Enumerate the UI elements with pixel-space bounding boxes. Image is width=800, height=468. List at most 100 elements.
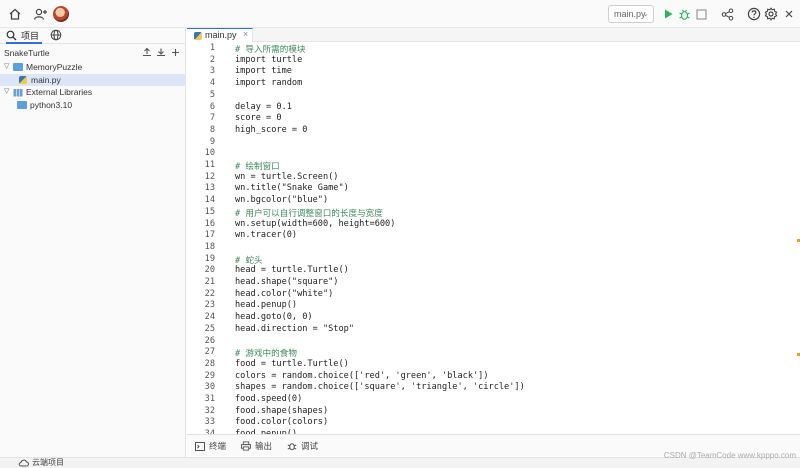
run-config-select[interactable]: main.py ⌄ xyxy=(608,5,654,23)
line-number: 12 xyxy=(204,171,215,182)
code-text: head = turtle.Turtle() xyxy=(235,265,349,276)
code-line[interactable]: 22 head.color("white") xyxy=(187,289,792,301)
tab-debug[interactable]: 调试 xyxy=(287,440,318,452)
debug-icon[interactable] xyxy=(675,5,693,23)
code-line[interactable]: 26 xyxy=(187,336,792,348)
line-number: 30 xyxy=(204,382,215,393)
add-icon[interactable] xyxy=(170,46,180,58)
code-line[interactable]: 20 head = turtle.Turtle() xyxy=(187,265,792,277)
tree-item-label: MemoryPuzzle xyxy=(26,62,83,72)
chevron-down-icon: ▽ xyxy=(4,63,10,70)
upload-icon[interactable] xyxy=(142,46,152,58)
cloud-project-status[interactable]: 云端项目 xyxy=(18,458,64,468)
add-user-icon[interactable] xyxy=(31,5,49,23)
code-line[interactable]: 31 food.speed(0) xyxy=(187,394,792,406)
code-line[interactable]: 18 xyxy=(187,242,792,254)
chevron-down-icon: ▽ xyxy=(4,88,10,95)
code-line[interactable]: 1 # 导入所需的模块 xyxy=(187,43,792,55)
tree-item-python310[interactable]: python3.10 xyxy=(0,99,186,111)
code-line[interactable]: 7 score = 0 xyxy=(187,113,792,125)
sidebar-tabs: 项目 xyxy=(0,28,185,44)
line-number: 6 xyxy=(209,101,215,112)
close-icon[interactable] xyxy=(780,5,798,23)
code-line[interactable]: 9 xyxy=(187,137,792,149)
line-number: 7 xyxy=(209,113,215,124)
tab-debug-label: 调试 xyxy=(301,441,319,451)
code-line[interactable]: 4 import random xyxy=(187,78,792,90)
tree-item-external-libraries[interactable]: ▽ External Libraries xyxy=(0,86,186,98)
tree-item-main-py[interactable]: main.py xyxy=(0,73,186,86)
code-line[interactable]: 11 # 绘制窗口 xyxy=(187,160,792,172)
tab-main-py[interactable]: main.py × xyxy=(187,28,253,42)
home-icon[interactable] xyxy=(6,5,24,23)
code-line[interactable]: 13 wn.title("Snake Game") xyxy=(187,183,792,195)
line-number: 16 xyxy=(204,218,215,229)
code-line[interactable]: 6 delay = 0.1 xyxy=(187,102,792,114)
line-number: 22 xyxy=(204,288,215,299)
code-text: # 绘制窗口 xyxy=(235,162,280,172)
code-line[interactable]: 19 # 蛇头 xyxy=(187,254,792,266)
help-icon[interactable] xyxy=(745,5,763,23)
python-file-icon xyxy=(194,32,202,40)
code-text: head.goto(0, 0) xyxy=(235,312,313,323)
project-sidebar: 项目 SnakeTurtle ▽ MemoryPuzzle main.py ▽ … xyxy=(0,28,186,457)
code-line[interactable]: 12 wn = turtle.Screen() xyxy=(187,172,792,184)
code-text: food.color(colors) xyxy=(235,417,329,428)
line-number: 1 xyxy=(209,43,215,53)
search-icon xyxy=(6,30,17,40)
settings-icon[interactable] xyxy=(762,5,780,23)
tree-tools xyxy=(142,46,180,58)
code-line[interactable]: 5 xyxy=(187,90,792,102)
code-text: # 游戏中的食物 xyxy=(235,349,297,360)
tab-output[interactable]: 输出 xyxy=(241,440,272,452)
share-icon[interactable] xyxy=(718,5,736,23)
editor-tabs: main.py × xyxy=(187,28,800,42)
avatar[interactable] xyxy=(53,6,69,22)
code-line[interactable]: 10 xyxy=(187,148,792,160)
code-line[interactable]: 25 head.direction = "Stop" xyxy=(187,324,792,336)
code-editor[interactable]: 1 # 导入所需的模块 2 import turtle 3 import time 4 imp… xyxy=(187,43,800,434)
line-number: 33 xyxy=(204,417,215,428)
stop-icon[interactable] xyxy=(692,5,710,23)
tab-output-label: 输出 xyxy=(255,441,273,451)
code-text: head.shape("square") xyxy=(235,277,339,287)
code-line[interactable]: 32 food.shape(shapes) xyxy=(187,406,792,418)
code-line[interactable]: 29 colors = random.choice(['red', 'green'… xyxy=(187,371,792,383)
project-root-label[interactable]: SnakeTurtle xyxy=(4,48,50,58)
code-line[interactable]: 23 head.penup() xyxy=(187,300,792,312)
code-line[interactable]: 14 wn.bgcolor("blue") xyxy=(187,195,792,207)
globe-icon xyxy=(50,29,62,41)
code-line[interactable]: 2 import turtle xyxy=(187,55,792,67)
tab-project[interactable]: 项目 xyxy=(6,28,43,44)
code-line[interactable]: 27 # 游戏中的食物 xyxy=(187,347,792,359)
code-line[interactable]: 28 food = turtle.Turtle() xyxy=(187,359,792,371)
line-number: 9 xyxy=(209,136,215,147)
library-icon xyxy=(13,88,23,97)
top-toolbar: main.py ⌄ xyxy=(0,0,800,28)
close-icon[interactable]: × xyxy=(243,29,248,39)
download-icon[interactable] xyxy=(156,46,166,58)
line-number: 28 xyxy=(204,358,215,369)
code-line[interactable]: 30 shapes = random.choice(['square', 'tri… xyxy=(187,382,792,394)
code-text: head.color("white") xyxy=(235,288,334,299)
code-text: head.direction = "Stop" xyxy=(235,323,354,334)
line-number: 2 xyxy=(209,54,215,65)
code-line[interactable]: 8 high_score = 0 xyxy=(187,125,792,137)
folder-icon xyxy=(13,63,23,71)
code-line[interactable]: 17 wn.tracer(0) xyxy=(187,230,792,242)
code-line[interactable]: 15 # 用户可以自行调整窗口的长度与宽度 xyxy=(187,207,792,219)
code-line[interactable]: 21 head.shape("square") xyxy=(187,277,792,289)
code-line[interactable]: 24 head.goto(0, 0) xyxy=(187,312,792,324)
code-text: import turtle xyxy=(235,54,303,65)
printer-icon xyxy=(241,441,251,451)
code-line[interactable]: 3 import time xyxy=(187,66,792,78)
code-text: wn = turtle.Screen() xyxy=(235,171,339,182)
tree-item-memorypuzzle[interactable]: ▽ MemoryPuzzle xyxy=(0,61,186,73)
code-line[interactable]: 33 food.color(colors) xyxy=(187,417,792,429)
tab-terminal[interactable]: 终端 xyxy=(195,440,226,452)
cloud-project-label: 云端项目 xyxy=(32,458,64,467)
line-number: 15 xyxy=(204,206,215,217)
watermark: CSDN @TeamCode www.kpppo.com xyxy=(663,451,796,460)
code-line[interactable]: 16 wn.setup(width=600, height=600) xyxy=(187,219,792,231)
tab-globe[interactable] xyxy=(50,29,62,44)
